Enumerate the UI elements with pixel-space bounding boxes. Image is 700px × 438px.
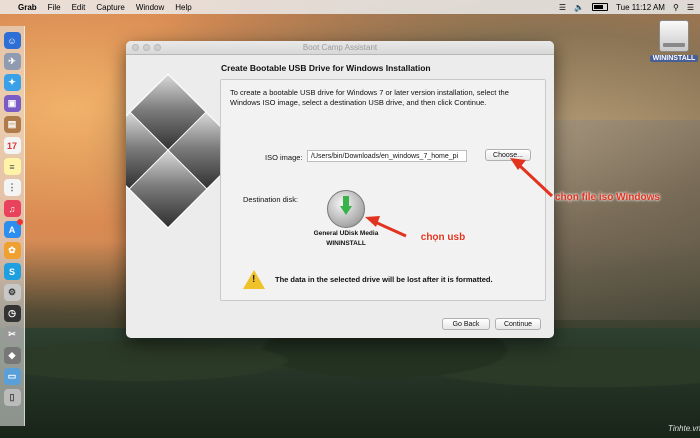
spotlight-icon[interactable]: ⚲	[673, 3, 679, 12]
wifi-icon[interactable]: ☰	[559, 3, 566, 12]
minimize-button[interactable]	[143, 44, 150, 51]
iso-path-field[interactable]: /Users/bin/Downloads/en_windows_7_home_p…	[307, 150, 467, 162]
menu-help[interactable]: Help	[175, 3, 191, 12]
finder-icon[interactable]: ☺	[3, 32, 21, 49]
safari-icon[interactable]: ✦	[3, 74, 21, 91]
destination-disk-label: Destination disk:	[243, 195, 299, 204]
choose-button[interactable]: Choose...	[485, 149, 531, 161]
desktop-drive[interactable]: WININSTALL	[649, 20, 699, 62]
time-machine-icon[interactable]: ◷	[3, 305, 21, 322]
download-arrow-icon	[340, 196, 352, 215]
annotation-choose-iso: chọn file iso Windows	[555, 192, 660, 203]
menu-edit[interactable]: Edit	[72, 3, 86, 12]
bootcamp-window: Boot Camp Assistant Create Bootable USB …	[126, 41, 554, 338]
close-button[interactable]	[132, 44, 139, 51]
watermark: Tinhte.vn	[668, 424, 700, 433]
calendar-icon[interactable]: 17	[3, 137, 21, 154]
itunes-icon[interactable]: ♫	[3, 200, 21, 217]
warning-icon	[243, 270, 265, 289]
menu-capture[interactable]: Capture	[96, 3, 124, 12]
warning-text: The data in the selected drive will be l…	[275, 275, 493, 284]
skype-icon[interactable]: S	[3, 263, 21, 280]
notes-icon[interactable]: ≡	[3, 158, 21, 175]
menu-window[interactable]: Window	[136, 3, 164, 12]
bootcamp-icon[interactable]: ◆	[3, 347, 21, 364]
format-warning: The data in the selected drive will be l…	[243, 270, 493, 289]
contacts-icon[interactable]: ▤	[3, 116, 21, 133]
annotation-choose-usb: chọn usb	[420, 232, 466, 243]
continue-button[interactable]: Continue	[495, 318, 541, 330]
instructions-text: To create a bootable USB drive for Windo…	[230, 88, 509, 107]
photos-icon[interactable]: ✿	[3, 242, 21, 259]
usb-drive-option[interactable]: General UDisk Media WININSTALL	[313, 190, 379, 248]
trash-icon[interactable]: ▯	[3, 389, 21, 406]
go-back-button[interactable]: Go Back	[442, 318, 490, 330]
battery-icon[interactable]	[592, 3, 609, 11]
usb-name-line1: General UDisk Media	[313, 230, 379, 237]
drive-label: WININSTALL	[649, 55, 699, 62]
dock: ☺ ✈ ✦ ▣ ▤ 17 ≡ ⋮ ♫ A ✿ S ⚙ ◷ ✂ ◆ ▭ ▯	[0, 26, 25, 426]
system-preferences-icon[interactable]: ⚙	[3, 284, 21, 301]
usb-name-line2: WININSTALL	[326, 240, 366, 247]
page-heading: Create Bootable USB Drive for Windows In…	[221, 63, 431, 73]
window-titlebar[interactable]: Boot Camp Assistant	[126, 41, 554, 55]
reminders-icon[interactable]: ⋮	[3, 179, 21, 196]
content-panel: To create a bootable USB drive for Windo…	[220, 79, 546, 301]
launchpad-icon[interactable]: ✈	[3, 53, 21, 70]
volume-icon[interactable]: 🔈	[574, 3, 584, 12]
menu-clock[interactable]: Tue 11:12 AM	[616, 3, 665, 12]
notification-center-icon[interactable]: ☰	[687, 3, 694, 12]
window-title: Boot Camp Assistant	[302, 43, 378, 52]
drive-icon	[659, 20, 689, 52]
folder-icon[interactable]: ▭	[3, 368, 21, 385]
grab-icon[interactable]: ✂	[3, 326, 21, 343]
menu-bar: Grab File Edit Capture Window Help ☰ 🔈 T…	[0, 0, 700, 14]
preview-icon[interactable]: ▣	[3, 95, 21, 112]
menu-file[interactable]: File	[48, 3, 61, 12]
wallpaper-trees	[0, 328, 700, 438]
zoom-button[interactable]	[154, 44, 161, 51]
app-store-icon[interactable]: A	[3, 219, 23, 238]
iso-image-label: ISO image:	[265, 153, 303, 162]
app-menu[interactable]: Grab	[18, 3, 37, 12]
usb-disk-icon	[327, 190, 365, 228]
window-controls	[132, 44, 161, 51]
